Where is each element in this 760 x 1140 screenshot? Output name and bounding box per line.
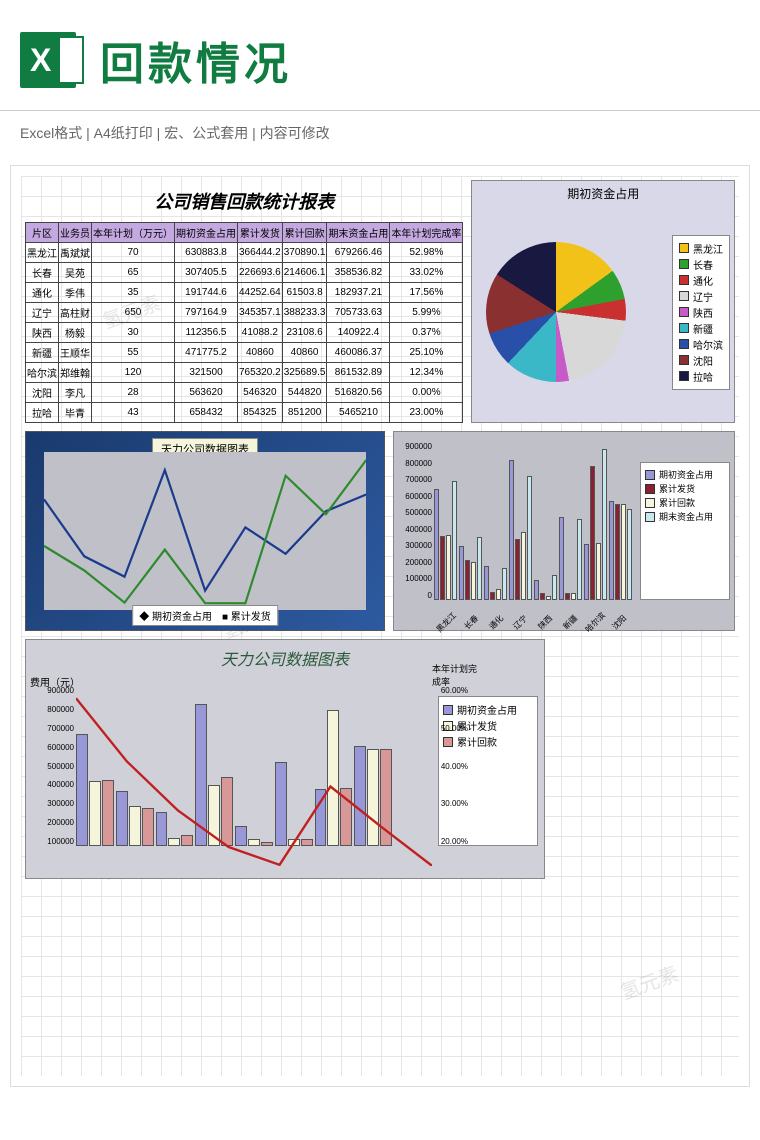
spreadsheet-sheet: 氢元素 氢元素 氢元素 氢元素 氢元素 公司销售回款统计报表 片区业务员本年计划…: [21, 176, 739, 1076]
table-row[interactable]: 陕西杨毅30112356.541088.223108.6140922.40.37…: [26, 323, 463, 343]
table-row[interactable]: 沈阳李凡28563620546320544820516820.560.00%: [26, 383, 463, 403]
legend-item: 累计发货: [231, 612, 271, 623]
sales-table[interactable]: 片区业务员本年计划（万元）期初资金占用累计发货累计回款期末资金占用本年计划完成率…: [25, 222, 463, 423]
bar-legend: 期初资金占用累计发货累计回款期末资金占用: [640, 462, 730, 600]
table-row[interactable]: 新疆王顺华55471775.24086040860460086.3725.10%: [26, 343, 463, 363]
line-legend: ◆ 期初资金占用 ■ 累计发货: [132, 605, 278, 626]
combo-y-left: 9000008000007000006000005000004000003000…: [30, 686, 74, 846]
table-header: 期初资金占用: [175, 223, 238, 243]
bar-bars: [434, 442, 632, 600]
combo-line: [76, 676, 432, 866]
bar-chart[interactable]: 9000008000007000006000005000004000003000…: [393, 431, 735, 631]
data-table-section: 公司销售回款统计报表 片区业务员本年计划（万元）期初资金占用累计发货累计回款期末…: [25, 180, 463, 423]
subtitle-meta: Excel格式 | A4纸打印 | 宏、公式套用 | 内容可修改: [0, 111, 760, 155]
table-row[interactable]: 拉哈毕青43658432854325851200546521023.00%: [26, 403, 463, 423]
table-row[interactable]: 黑龙江禹斌斌70630883.8366444.2370890.1679266.4…: [26, 243, 463, 263]
report-title: 公司销售回款统计报表: [25, 188, 463, 214]
table-row[interactable]: 辽宁高柱财650797164.9345357.1388233.3705733.6…: [26, 303, 463, 323]
table-header: 累计回款: [282, 223, 327, 243]
table-row[interactable]: 长春吴苑65307405.5226693.6214606.1358536.823…: [26, 263, 463, 283]
legend-item: 陕西: [679, 305, 723, 320]
line-plot: [44, 452, 366, 610]
legend-item: 拉哈: [679, 369, 723, 384]
pie-slices: [486, 242, 626, 382]
legend-item: 新疆: [679, 321, 723, 336]
table-header: 累计发货: [238, 223, 283, 243]
table-header: 期末资金占用: [327, 223, 390, 243]
header-bar: 回款情况: [0, 0, 760, 111]
template-preview: 氢元素 氢元素 氢元素 氢元素 氢元素 公司销售回款统计报表 片区业务员本年计划…: [10, 165, 750, 1087]
bar-x-axis: 黑龙江长春通化辽宁陕西新疆哈尔滨沈阳: [434, 617, 632, 628]
table-header: 本年计划完成率: [390, 223, 463, 243]
page-title: 回款情况: [100, 28, 292, 92]
bar-y-axis: 9000008000007000006000005000004000003000…: [396, 442, 432, 600]
combo-chart[interactable]: 天力公司数据图表 费用（元） 本年计划完成率 90000080000070000…: [25, 639, 545, 879]
pie-chart[interactable]: 期初资金占用 黑龙江长春通化辽宁陕西新疆哈尔滨沈阳拉哈: [471, 180, 735, 423]
legend-item: 期初资金占用: [152, 612, 212, 623]
combo-y2label: 本年计划完成率: [432, 662, 482, 688]
legend-item: 长春: [679, 257, 723, 272]
table-header: 本年计划（万元）: [92, 223, 175, 243]
combo-y-right: 60.00%50.00%40.00%30.00%20.00%: [441, 686, 468, 846]
legend-item: 黑龙江: [679, 241, 723, 256]
line-chart[interactable]: 天力公司数据图表 ◆ 期初资金占用 ■ 累计发货: [25, 431, 385, 631]
table-row[interactable]: 通化季伟35191744.644252.6461503.8182937.2117…: [26, 283, 463, 303]
pie-title: 期初资金占用: [476, 185, 730, 202]
excel-icon: [20, 32, 76, 88]
table-header: 业务员: [59, 223, 92, 243]
legend-item: 辽宁: [679, 289, 723, 304]
legend-item: 沈阳: [679, 353, 723, 368]
legend-item: 哈尔滨: [679, 337, 723, 352]
table-row[interactable]: 哈尔滨郑维翰120321500765320.2325689.5861532.89…: [26, 363, 463, 383]
pie-legend: 黑龙江长春通化辽宁陕西新疆哈尔滨沈阳拉哈: [672, 235, 730, 390]
legend-item: 通化: [679, 273, 723, 288]
table-header: 片区: [26, 223, 59, 243]
